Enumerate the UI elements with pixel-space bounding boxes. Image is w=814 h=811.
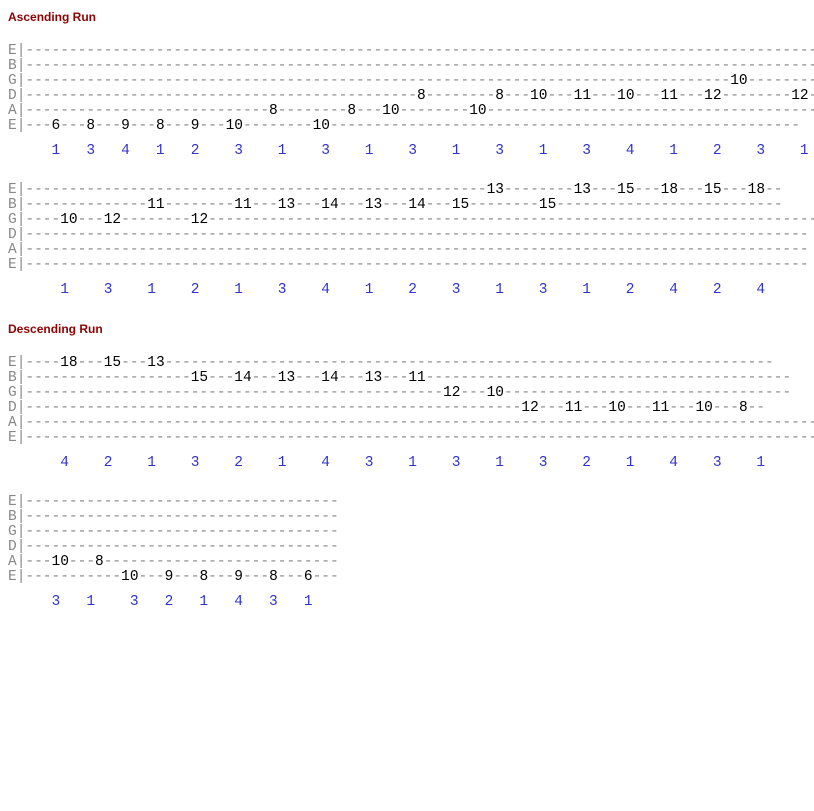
tab-staff-descending-2: E|------------------------------------ B… (8, 495, 806, 585)
section-heading-descending: Descending Run (8, 322, 806, 336)
finger-row-descending-1: 4 2 1 3 2 1 4 3 1 3 1 3 2 1 4 3 1 (8, 456, 806, 471)
tab-staff-ascending-1: E|--------------------------------------… (8, 44, 806, 134)
tab-staff-descending-1: E|----18---15---13----------------------… (8, 356, 806, 446)
section-heading-ascending: Ascending Run (8, 10, 806, 24)
finger-row-descending-2: 3 1 3 2 1 4 3 1 (8, 595, 806, 610)
finger-row-ascending-1: 1 3 4 1 2 3 1 3 1 3 1 3 1 3 4 1 2 3 1 3 (8, 144, 806, 159)
tab-staff-ascending-2: E|--------------------------------------… (8, 183, 806, 273)
finger-row-ascending-2: 1 3 1 2 1 3 4 1 2 3 1 3 1 2 4 2 4 (8, 283, 806, 298)
